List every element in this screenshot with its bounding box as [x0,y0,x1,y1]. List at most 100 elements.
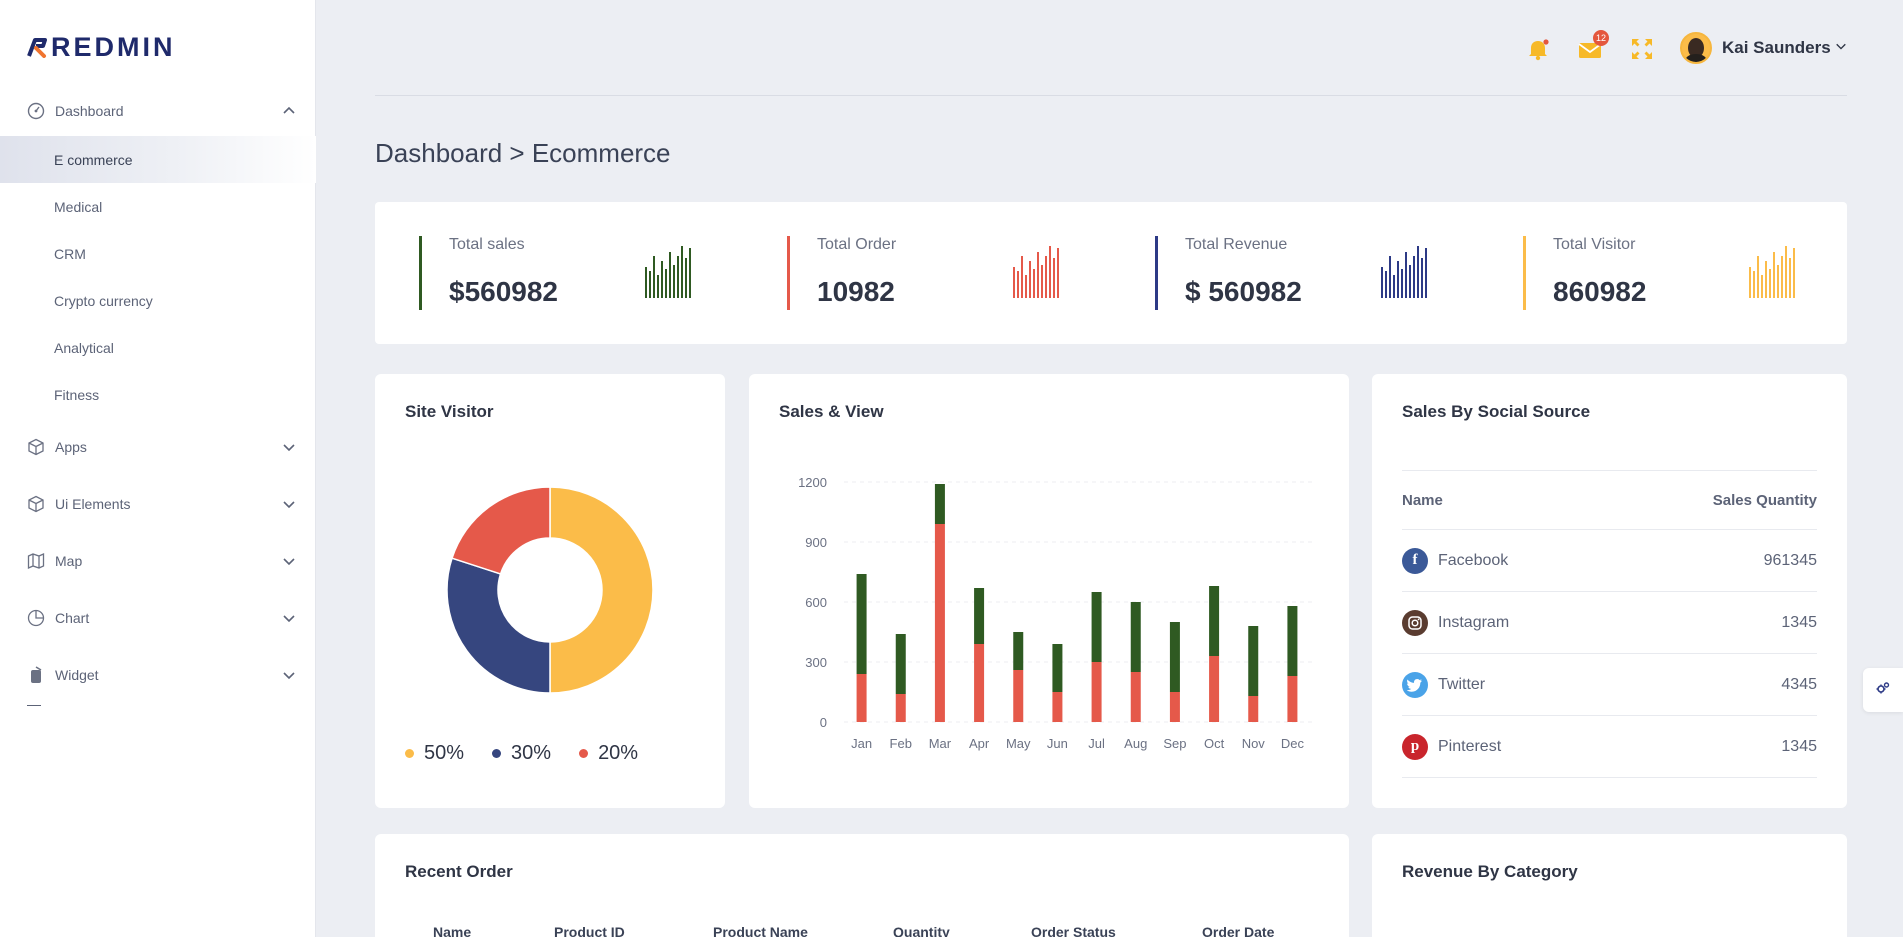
social-row-pinterest[interactable]: p Pinterest 1345 [1402,716,1817,778]
social-row-facebook[interactable]: f Facebook 961345 [1402,530,1817,592]
chevron-down-icon [282,440,296,454]
bar-segment[interactable] [856,674,867,722]
sidebar-subitem-crm[interactable]: CRM [0,230,316,277]
stat-label: Total sales [449,236,525,253]
x-tick-label: Feb [890,736,912,751]
social-table-header: Name Sales Quantity [1402,470,1817,530]
bar-segment[interactable] [1052,692,1063,722]
sidebar-subitem-fitness[interactable]: Fitness [0,371,316,418]
bar-segment[interactable] [1169,692,1180,722]
sidebar-subitem-analytical[interactable]: Analytical [0,324,316,371]
sidebar-item-label: Ui Elements [55,495,131,512]
sparkline-bar [1757,256,1759,298]
fullscreen-icon[interactable] [1629,36,1655,62]
sparkline-bar [1401,268,1403,298]
bar-segment[interactable] [934,484,945,524]
stat-accent-bar [787,236,790,310]
sidebar-item-widget[interactable]: Widget [0,646,316,703]
bar-segment[interactable] [1248,696,1259,722]
bar-segment[interactable] [1091,592,1102,662]
y-tick-label: 900 [805,535,827,550]
sparkline-bar [1041,264,1043,298]
notification-bell-icon[interactable] [1525,36,1551,62]
bar-segment[interactable] [1130,602,1141,672]
sidebar-subitem-crypto[interactable]: Crypto currency [0,277,316,324]
sparkline-bar [1761,275,1763,298]
sparkline-bar [653,256,655,298]
social-row-instagram[interactable]: Instagram 1345 [1402,592,1817,654]
bar-segment[interactable] [1209,656,1220,722]
social-row-twitter[interactable]: Twitter 4345 [1402,654,1817,716]
bar-segment[interactable] [1209,586,1220,656]
sparkline-bar [1769,268,1771,298]
bar-segment[interactable] [1287,676,1298,722]
sidebar-subitem-medical[interactable]: Medical [0,183,316,230]
column-header-name: Name [433,924,472,937]
column-header-qty: Sales Quantity [1712,491,1817,509]
sidebar-item-dashboard[interactable]: Dashboard [0,92,316,130]
settings-gear-button[interactable] [1863,668,1903,712]
sparkline-bar [1385,270,1387,298]
stat-accent-bar [1523,236,1526,310]
bar-segment[interactable] [895,634,906,694]
bar-segment[interactable] [934,524,945,722]
bar-segment[interactable] [974,644,985,722]
sales-view-bar-chart: 0 300 600 900 1200 Jan Feb Mar Apr May Jun Jul Aug Se… [798,475,1314,751]
user-menu[interactable]: Kai Saunders [1680,32,1847,64]
brand-logo[interactable]: REDMIN [27,32,176,63]
sparkline [1013,246,1061,298]
donut-slice[interactable] [549,486,654,694]
bar-segment[interactable] [974,588,985,644]
bar-segment[interactable] [895,694,906,722]
bar-segment[interactable] [856,574,867,674]
bar-segment[interactable] [1052,644,1063,692]
sparkline [645,246,693,298]
sparkline-bar [1029,260,1031,298]
sparkline-bar [645,266,647,298]
stat-value: 860982 [1553,276,1647,307]
revenue-category-card: Revenue By Category [1372,834,1847,937]
cube-icon [27,438,45,456]
legend-item: 30% [492,742,551,765]
sidebar-item-label: Chart [55,609,90,626]
column-header-order-date: Order Date [1202,924,1275,937]
stat-label: Total Revenue [1185,236,1288,253]
legend-dot [492,749,502,758]
x-tick-label: Mar [929,736,952,751]
breadcrumb: Dashboard > Ecommerce [375,138,671,168]
y-tick-label: 0 [820,715,827,730]
sparkline-bar [1381,266,1383,298]
sidebar-item-apps[interactable]: Apps [0,418,316,475]
bar-segment[interactable] [1130,672,1141,722]
chevron-up-icon [282,104,296,118]
bar-segment[interactable] [1091,662,1102,722]
stat-value: $560982 [449,276,559,307]
y-tick-label: 300 [805,655,827,670]
bar-segment[interactable] [1248,626,1259,696]
donut-slice[interactable] [446,557,551,694]
sidebar-item-ui-elements[interactable]: Ui Elements [0,475,316,532]
sparkline-bar [681,246,683,298]
sidebar-item-map[interactable]: Map [0,532,316,589]
column-header-quantity: Quantity [893,924,950,937]
bar-segment[interactable] [1013,670,1024,722]
sidebar-subitem-ecommerce[interactable]: E commerce [0,136,316,183]
instagram-icon [1402,609,1428,636]
social-name: Facebook [1438,551,1509,569]
sidebar-item-chart[interactable]: Chart [0,589,316,646]
sparkline-bar [1753,270,1755,298]
bar-segment[interactable] [1287,606,1298,676]
chevron-down-icon [282,668,296,682]
bar-segment[interactable] [1169,622,1180,692]
column-header-product-id: Product ID [554,924,625,937]
x-tick-label: Apr [969,736,990,751]
bar-segment[interactable] [1013,632,1024,670]
sparkline-bar [685,258,687,298]
donut-slice[interactable] [451,486,551,575]
legend-dot [405,749,414,758]
sparkline-bar [1417,246,1419,298]
sidebar-item-label: Apps [55,438,87,455]
stat-value: $ 560982 [1185,276,1302,307]
mail-icon[interactable]: 12 [1577,30,1609,62]
stat-accent-bar [1155,236,1158,310]
